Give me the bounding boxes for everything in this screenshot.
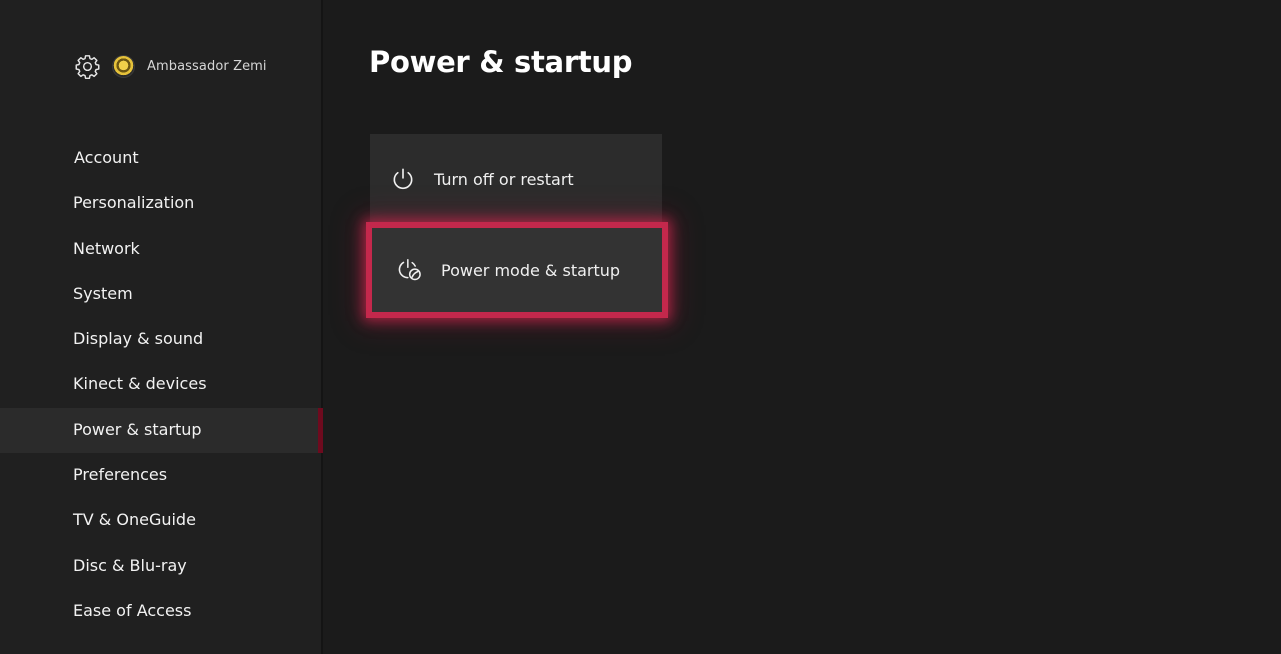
sidebar-item-preferences[interactable]: Preferences bbox=[0, 453, 321, 498]
settings-nav: Account Personalization Network System D… bbox=[0, 136, 323, 634]
sidebar-item-ease-of-access[interactable]: Ease of Access bbox=[0, 589, 321, 634]
power-mode-startup-label: Power mode & startup bbox=[441, 260, 621, 280]
page-title: Power & startup bbox=[369, 45, 633, 79]
avatar[interactable] bbox=[112, 54, 135, 78]
sidebar-item-system[interactable]: System bbox=[0, 272, 321, 317]
sidebar-item-account[interactable]: Account bbox=[0, 136, 321, 181]
sidebar-item-power-startup[interactable]: Power & startup bbox=[0, 407, 323, 454]
main-panel: Power & startup Turn off or restart Powe… bbox=[323, 0, 1281, 654]
gear-icon[interactable] bbox=[74, 53, 101, 80]
username: Ambassador Zemi bbox=[147, 58, 267, 74]
sidebar-item-tv-oneguide[interactable]: TV & OneGuide bbox=[0, 498, 321, 543]
profile-bar: Ambassador Zemi bbox=[74, 51, 267, 81]
sidebar-item-display-sound[interactable]: Display & sound bbox=[0, 317, 321, 362]
settings-app: Ambassador Zemi Account Personalization … bbox=[0, 0, 1281, 654]
sidebar-item-disc-bluray[interactable]: Disc & Blu-ray bbox=[0, 544, 321, 589]
sidebar-item-personalization[interactable]: Personalization bbox=[0, 181, 321, 226]
sidebar-item-kinect-devices[interactable]: Kinect & devices bbox=[0, 362, 321, 407]
turn-off-restart-button[interactable]: Turn off or restart bbox=[370, 134, 662, 224]
sidebar: Ambassador Zemi Account Personalization … bbox=[0, 0, 323, 654]
turn-off-restart-label: Turn off or restart bbox=[434, 169, 574, 189]
power-icon bbox=[390, 166, 416, 192]
power-mode-icon bbox=[397, 257, 423, 283]
sidebar-item-network[interactable]: Network bbox=[0, 227, 321, 272]
power-mode-startup-button[interactable]: Power mode & startup bbox=[366, 222, 668, 318]
